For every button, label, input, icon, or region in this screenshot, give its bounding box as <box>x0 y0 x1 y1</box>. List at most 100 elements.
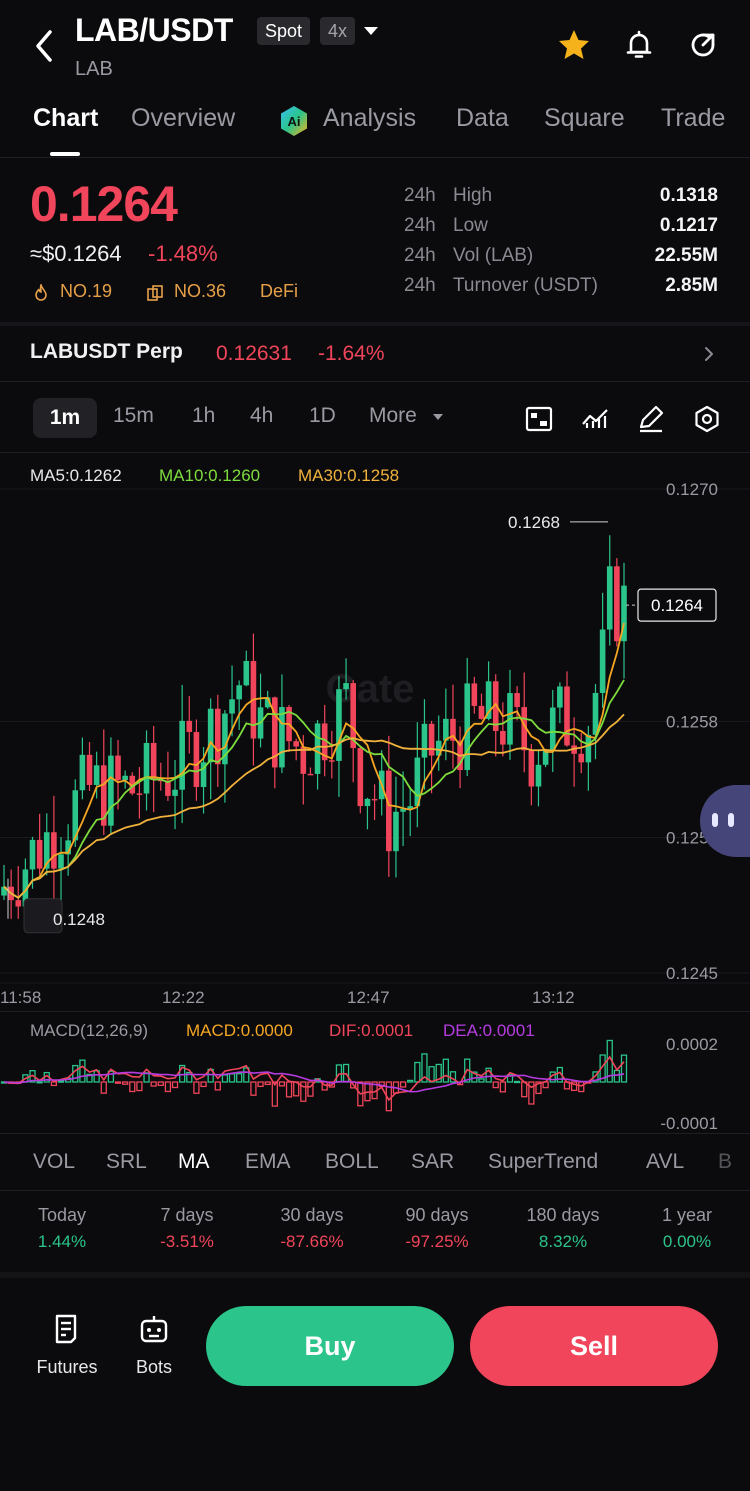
dif-line <box>3 1055 625 1102</box>
indicator-ema[interactable]: EMA <box>245 1150 291 1174</box>
section-divider <box>0 1272 750 1278</box>
indicator-srl[interactable]: SRL <box>106 1150 147 1174</box>
perp-name: LABUSDT Perp <box>30 340 183 363</box>
indicator-avl[interactable]: AVL <box>646 1150 684 1174</box>
spot-tag: Spot <box>257 17 311 45</box>
tab-square[interactable]: Square <box>544 104 625 133</box>
indicator-boll[interactable]: BOLL <box>325 1150 379 1174</box>
back-arrow-icon[interactable] <box>30 26 60 66</box>
bell-icon[interactable] <box>622 28 656 62</box>
tab-analysis[interactable]: Analysis <box>323 104 416 133</box>
bots-label: Bots <box>135 1357 173 1377</box>
rank-hot[interactable]: NO.19 <box>60 281 112 302</box>
y-axis-label: 0.1258 <box>666 712 718 731</box>
macd-histogram-bar <box>114 1081 122 1084</box>
divider <box>0 1190 750 1191</box>
assistant-bubble[interactable] <box>700 785 750 857</box>
price-change: -1.48% <box>148 241 218 266</box>
candle-body <box>236 685 242 700</box>
interval-15m[interactable]: 15m <box>113 404 154 428</box>
candle-body <box>29 839 36 870</box>
ma30-line <box>3 713 625 899</box>
candle-body <box>108 755 114 826</box>
tab-overview[interactable]: Overview <box>131 104 235 133</box>
candle-body <box>314 723 321 774</box>
macd-histogram-bar <box>613 1069 621 1083</box>
indicator-more[interactable]: B <box>718 1150 750 1174</box>
interval-1d[interactable]: 1D <box>309 404 336 428</box>
sell-button[interactable]: Sell <box>470 1306 718 1386</box>
interval-more[interactable]: More <box>369 404 417 428</box>
indicator-icon[interactable] <box>580 404 610 434</box>
perp-row[interactable]: LABUSDT Perp 0.12631 -1.64% <box>0 326 750 382</box>
last-price: 0.1264 <box>30 176 178 232</box>
macd-histogram-bar <box>100 1081 107 1094</box>
macd-histogram-bar <box>157 1081 164 1086</box>
candle-body <box>193 732 200 787</box>
candle-body <box>243 660 250 686</box>
y-axis-label: 0.1245 <box>666 964 718 983</box>
candle-body <box>585 734 592 763</box>
candle-body <box>364 798 371 807</box>
fire-icon <box>35 284 47 301</box>
macd-y-top: 0.0002 <box>666 1035 718 1054</box>
buy-button[interactable]: Buy <box>206 1306 454 1386</box>
low-price-label: 0.1248 <box>53 910 105 929</box>
category-icon <box>147 285 163 301</box>
candle-body <box>329 760 335 762</box>
stat-24h-low: 24h Low 0.1217 <box>404 215 718 236</box>
indicator-supertrend[interactable]: SuperTrend <box>488 1150 598 1174</box>
divider <box>0 381 750 382</box>
share-icon[interactable] <box>686 28 720 62</box>
settings-gear-icon[interactable] <box>692 404 722 434</box>
candle-body <box>79 754 86 791</box>
candlestick-chart[interactable]: Gate 0.12700.12580.12520.1245 11:58 12:22… <box>0 455 750 1010</box>
macd-histogram-bar <box>264 1081 271 1086</box>
tab-chart[interactable]: Chart <box>33 104 98 133</box>
more-dropdown-icon <box>433 414 443 420</box>
candle-body <box>279 707 285 768</box>
active-tab-indicator <box>50 152 80 156</box>
chart-layout-icon[interactable] <box>524 404 554 434</box>
macd-histogram-bar <box>171 1081 179 1089</box>
sector-tag[interactable]: DeFi <box>260 281 298 302</box>
candle-body <box>122 775 128 781</box>
candle-body <box>614 566 620 642</box>
draw-pencil-icon[interactable] <box>636 404 666 434</box>
tab-data[interactable]: Data <box>456 104 509 133</box>
candle-body <box>293 741 299 747</box>
high-price-label: 0.1268 <box>508 513 560 532</box>
candle-body <box>564 686 570 746</box>
macd-histogram-bar <box>442 1058 449 1083</box>
tab-trade[interactable]: Trade <box>661 104 725 133</box>
chevron-down-icon[interactable] <box>362 25 380 37</box>
macd-chart[interactable]: 0.0002 -0.0001 <box>0 1030 750 1135</box>
candle-body <box>307 773 314 776</box>
main-tabs: Chart Overview Ai Analysis Data Square T… <box>0 100 750 156</box>
pair-title[interactable]: LAB/USDT <box>75 12 233 49</box>
period-today: Today 1.44% <box>37 1205 87 1251</box>
candle-body <box>36 839 43 869</box>
period-7d: 7 days -3.51% <box>160 1205 214 1251</box>
bots-nav[interactable]: Bots <box>114 1312 194 1378</box>
candle-body <box>606 566 613 630</box>
rank-category[interactable]: NO.36 <box>174 281 226 302</box>
macd-histogram-bar <box>200 1081 207 1088</box>
interval-1h[interactable]: 1h <box>192 404 215 428</box>
candle-body <box>478 705 485 719</box>
futures-nav[interactable]: Futures <box>27 1312 107 1378</box>
svg-text:Ai: Ai <box>288 114 301 129</box>
candle-body <box>115 755 121 781</box>
indicator-vol[interactable]: VOL <box>33 1150 75 1174</box>
macd-histogram-bar <box>164 1081 172 1093</box>
interval-1m[interactable]: 1m <box>33 398 97 438</box>
indicator-ma[interactable]: MA <box>178 1150 210 1174</box>
candle-body <box>214 708 221 765</box>
interval-4h[interactable]: 4h <box>250 404 273 428</box>
star-icon[interactable] <box>557 28 591 62</box>
indicator-sar[interactable]: SAR <box>411 1150 454 1174</box>
futures-label: Futures <box>36 1357 98 1377</box>
stat-24h-volume: 24h Vol (LAB) 22.55M <box>404 245 718 266</box>
bot-icon <box>140 1316 168 1343</box>
candle-body <box>464 683 471 771</box>
